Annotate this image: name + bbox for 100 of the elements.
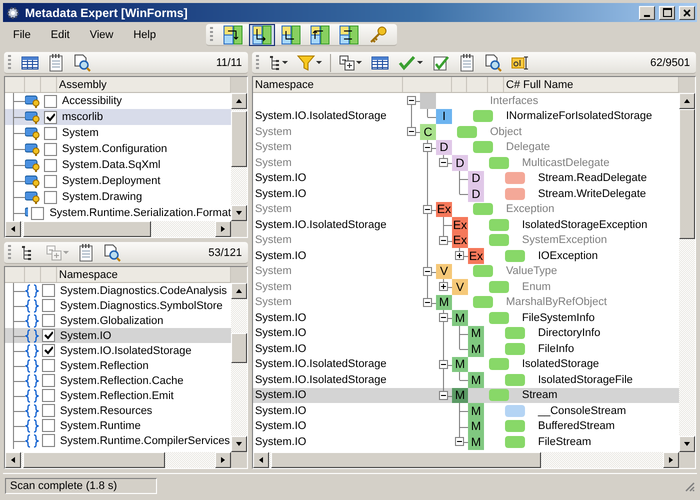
namespace-cell-text: System.IO.IsolatedStorage (254, 110, 388, 122)
collapse-toggle[interactable] (407, 96, 416, 106)
menu-item[interactable]: View (80, 29, 124, 41)
vertical-scrollbar[interactable] (231, 283, 247, 452)
minus-icon (425, 270, 430, 272)
layout-icon (310, 24, 330, 44)
collapse-toggle[interactable] (423, 298, 432, 307)
collapse-toggle[interactable] (439, 158, 448, 168)
layout-icon (222, 24, 243, 44)
collapse-toggle[interactable] (439, 236, 448, 245)
scrollbar-corner (231, 221, 247, 237)
scroll-left-button[interactable] (5, 221, 21, 237)
checkbox[interactable] (42, 404, 55, 417)
arrow-up-icon (683, 97, 691, 105)
item-label: System.Drawing (62, 191, 142, 203)
type-code: M (468, 434, 484, 450)
scroll-up-button[interactable] (231, 283, 247, 299)
scroll-up-button[interactable] (679, 93, 695, 109)
vertical-scrollbar[interactable] (679, 93, 695, 452)
scroll-left-button[interactable] (253, 452, 269, 468)
collapse-toggle[interactable] (423, 142, 432, 152)
type-code: Ex (452, 232, 468, 248)
checkbox[interactable] (42, 419, 55, 432)
menu-item[interactable]: File (3, 29, 41, 41)
checkbox[interactable] (42, 434, 55, 447)
minimize-button[interactable] (639, 6, 655, 20)
checkbox[interactable] (44, 158, 57, 172)
item-count: 62/9501 (650, 56, 690, 68)
expand-toggle[interactable] (439, 282, 448, 292)
assembly-row[interactable]: mscorlib (5, 109, 231, 125)
expand-toggle[interactable] (455, 251, 464, 260)
item-count: 53/121 (208, 246, 242, 258)
checkbox[interactable] (42, 374, 55, 387)
scroll-thumb[interactable] (231, 333, 247, 363)
horizontal-scrollbar[interactable] (5, 221, 231, 237)
checkbox[interactable] (44, 126, 57, 140)
scroll-right-button[interactable] (663, 452, 679, 468)
menu-item[interactable]: Edit (40, 29, 80, 41)
type-name: Exception (506, 203, 554, 216)
scroll-down-button[interactable] (231, 436, 247, 452)
checkbox[interactable] (42, 389, 55, 402)
maximize-button[interactable] (659, 6, 675, 20)
caret-icon (417, 60, 423, 64)
horizontal-scrollbar[interactable] (5, 452, 231, 468)
type-code: V (452, 279, 468, 294)
scroll-up-button[interactable] (231, 93, 247, 109)
scroll-left-button[interactable] (5, 452, 21, 468)
namespace-cell-text: System.IO.IsolatedStorage (254, 374, 388, 386)
item-label: System.IO.IsolatedStorage (60, 344, 192, 356)
namespace-row[interactable]: System.IO (5, 328, 231, 343)
scroll-down-button[interactable] (679, 436, 695, 452)
scroll-right-button[interactable] (215, 221, 231, 237)
tree-line (13, 157, 25, 173)
minus-icon (441, 240, 446, 241)
collapse-toggle[interactable] (455, 437, 464, 446)
checkbox[interactable] (42, 359, 55, 372)
collapse-toggle[interactable] (439, 360, 448, 369)
checkbox[interactable] (44, 142, 57, 156)
type-code: D (436, 140, 452, 155)
scroll-thumb[interactable] (231, 111, 247, 167)
checkbox[interactable] (42, 299, 55, 312)
arrow-left-icon (257, 456, 265, 464)
layout-icon (280, 24, 301, 44)
scroll-down-button[interactable] (231, 205, 247, 221)
search-document-icon (73, 54, 91, 72)
checkbox[interactable] (42, 329, 55, 342)
horizontal-scrollbar[interactable] (253, 452, 679, 468)
tree-line (13, 93, 25, 109)
scroll-right-button[interactable] (215, 452, 231, 468)
close-button[interactable] (679, 6, 695, 20)
checkbox[interactable] (44, 190, 57, 204)
type-name: FileSystemInfo (522, 312, 595, 324)
checkbox[interactable] (44, 94, 57, 108)
scroll-thumb[interactable] (679, 109, 695, 239)
namespace-cell-text: System.IO (254, 404, 308, 417)
checkbox[interactable] (44, 174, 57, 188)
checkbox[interactable] (42, 344, 55, 357)
collapse-toggle[interactable] (423, 204, 432, 214)
namespace-cell-text: System (254, 156, 293, 169)
collapse-toggle[interactable] (407, 127, 416, 136)
checkbox[interactable] (42, 314, 55, 327)
layout-button[interactable] (248, 24, 275, 46)
collapse-toggle[interactable] (423, 266, 432, 276)
namespace-cell-text: System.IO (254, 342, 308, 355)
checkbox[interactable] (42, 284, 55, 297)
scroll-thumb[interactable] (271, 452, 541, 468)
type-name: Stream.WriteDelegate (538, 188, 646, 200)
type-name: Delegate (506, 141, 550, 154)
scroll-thumb[interactable] (23, 221, 151, 237)
type-row[interactable]: System.IO M Stream (253, 388, 679, 403)
item-label: System.IO (60, 330, 112, 342)
collapse-toggle[interactable] (439, 390, 448, 400)
menu-item[interactable]: Help (123, 29, 166, 41)
scroll-thumb[interactable] (23, 452, 165, 468)
checkbox[interactable] (31, 206, 44, 220)
vertical-scrollbar[interactable] (231, 93, 247, 221)
item-label: System.Deployment (62, 175, 160, 187)
type-code: D (468, 170, 484, 186)
checkbox[interactable] (44, 110, 57, 124)
collapse-toggle[interactable] (439, 313, 448, 322)
